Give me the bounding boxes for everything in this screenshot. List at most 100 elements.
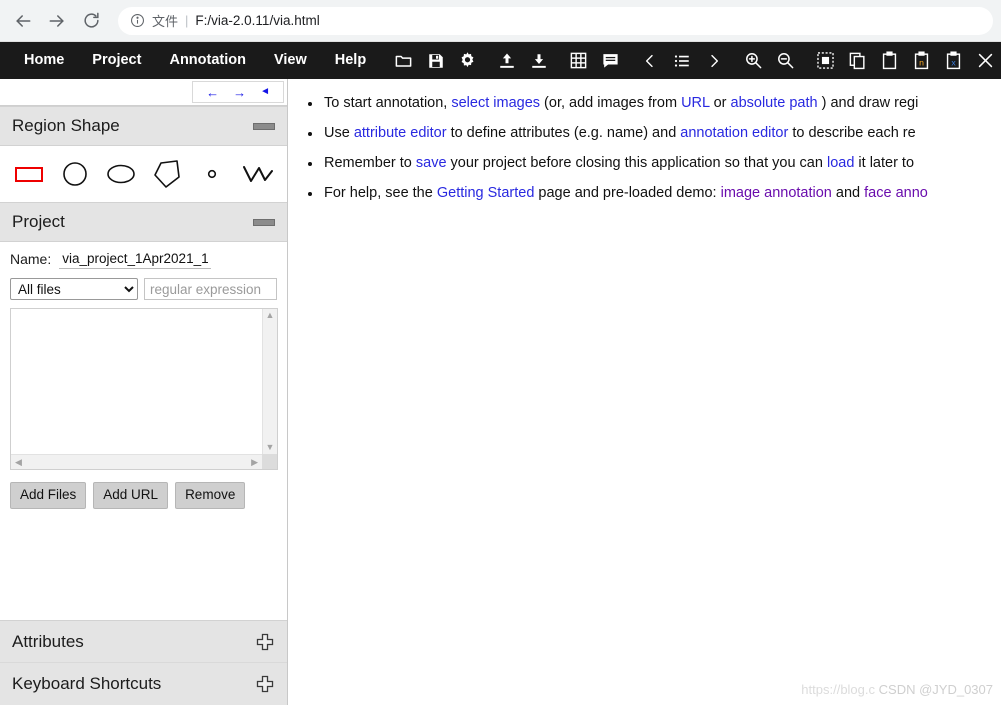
getting-started-item: For help, see the Getting Started page a… (302, 183, 1001, 204)
inline-text: page and pre-loaded demo: (538, 185, 717, 202)
inline-text: to define attributes (e.g. name) and (450, 125, 677, 142)
inline-link[interactable]: attribute editor (354, 125, 447, 141)
image-nav-icons (634, 48, 730, 74)
export-download-icon[interactable] (526, 48, 552, 74)
file-list-box: ▲ ▼ ◀ ▶ (10, 308, 278, 470)
add-attribute-plus-icon[interactable] (255, 632, 275, 652)
inline-text: (or, add images from (544, 95, 678, 111)
info-circle-icon (130, 13, 145, 28)
svg-text:x: x (951, 58, 956, 68)
attributes-section-header[interactable]: Attributes (0, 621, 287, 663)
project-header[interactable]: Project (0, 202, 287, 242)
next-image-icon[interactable] (701, 48, 727, 74)
import-upload-icon[interactable] (494, 48, 520, 74)
inline-link-visited[interactable]: image annotation (721, 185, 832, 201)
nav-right-arrow[interactable]: → (226, 86, 253, 99)
close-icon[interactable] (972, 48, 998, 74)
region-action-icons: n x (809, 48, 1001, 74)
scroll-right-arrow[interactable]: ▶ (249, 456, 260, 469)
inline-text: ) and draw regi (821, 95, 919, 111)
zoom-out-icon[interactable] (773, 48, 799, 74)
shape-circle[interactable] (52, 154, 98, 194)
scroll-down-arrow[interactable]: ▼ (264, 441, 277, 454)
inline-text: or (713, 95, 727, 111)
scroll-up-arrow[interactable]: ▲ (264, 309, 277, 322)
scrollbar-corner (262, 454, 277, 469)
menu-view[interactable]: View (260, 42, 321, 79)
menu-home[interactable]: Home (10, 42, 78, 79)
file-filter-row: All files (0, 272, 287, 305)
inline-link[interactable]: absolute path (731, 95, 818, 111)
arrow-right-icon (49, 14, 64, 27)
add-url-button[interactable]: Add URL (93, 482, 169, 509)
zoom-in-icon[interactable] (741, 48, 767, 74)
inline-link[interactable]: load (827, 155, 854, 171)
inline-link[interactable]: annotation editor (680, 125, 788, 141)
sidebar-spacer (0, 522, 287, 620)
paste-x-icon[interactable]: x (940, 48, 966, 74)
menu-help[interactable]: Help (321, 42, 380, 79)
via-menu-toolbar: Home Project Annotation View Help n x (0, 42, 1001, 79)
regex-filter-input[interactable] (144, 278, 277, 300)
inline-text: your project before closing this applica… (450, 155, 823, 172)
shape-polyline[interactable] (235, 154, 281, 194)
scroll-left-arrow[interactable]: ◀ (13, 456, 24, 469)
inline-text: Use (324, 125, 350, 142)
settings-gear-icon[interactable] (455, 48, 481, 74)
open-folder-icon[interactable] (391, 48, 417, 74)
reload-button[interactable] (76, 6, 106, 36)
menu-project[interactable]: Project (78, 42, 155, 79)
shape-polygon[interactable] (143, 154, 189, 194)
inline-text: Remember to (324, 155, 412, 172)
getting-started-list: To start annotation, select images (or, … (302, 93, 1001, 204)
remove-files-button[interactable]: Remove (175, 482, 246, 509)
copy-regions-icon[interactable] (844, 48, 870, 74)
inline-link[interactable]: Getting Started (437, 185, 535, 201)
shape-rect[interactable] (6, 154, 52, 194)
region-shape-header[interactable]: Region Shape (0, 106, 287, 146)
nav-left-arrow[interactable]: ← (199, 86, 226, 99)
grid-view-icon[interactable] (566, 48, 592, 74)
add-shortcut-plus-icon[interactable] (255, 674, 275, 694)
menu-annotation[interactable]: Annotation (155, 42, 260, 79)
shape-ellipse[interactable] (98, 154, 144, 194)
forward-button[interactable] (42, 6, 72, 36)
reload-icon (83, 12, 99, 28)
add-files-button[interactable]: Add Files (10, 482, 87, 509)
project-name-input[interactable] (59, 249, 212, 269)
project-collapse-handle[interactable] (253, 218, 275, 226)
file-list-horizontal-scrollbar[interactable]: ◀ ▶ (11, 454, 262, 469)
save-icon[interactable] (423, 48, 449, 74)
left-sidebar: ← → ◄ Region Shape Project Name: via_pro… (0, 79, 288, 705)
region-shape-collapse-handle[interactable] (253, 122, 275, 130)
project-action-buttons: Add Files Add URL Remove (0, 470, 287, 523)
comment-icon[interactable] (598, 48, 624, 74)
zoom-icons (738, 48, 802, 74)
inline-link[interactable]: URL (681, 95, 709, 111)
sidebar-bottom-sections: Attributes Keyboard Shortcuts (0, 620, 287, 705)
file-list-items[interactable] (11, 309, 262, 454)
app-body: ← → ◄ Region Shape Project Name: via_pro… (0, 79, 1001, 705)
arrow-left-icon (16, 14, 31, 27)
inline-link[interactable]: save (416, 155, 447, 171)
file-list-vertical-scrollbar[interactable]: ▲ ▼ (262, 309, 277, 454)
paste-n-icon[interactable]: n (908, 48, 934, 74)
inline-text: it later to (858, 155, 915, 172)
url-text: F:/via-2.0.11/via.html (195, 13, 320, 28)
list-icon[interactable] (669, 48, 695, 74)
getting-started-item: To start annotation, select images (or, … (302, 93, 1001, 114)
shape-point[interactable] (189, 154, 235, 194)
back-button[interactable] (8, 6, 38, 36)
paste-regions-icon[interactable] (876, 48, 902, 74)
prev-image-icon[interactable] (637, 48, 663, 74)
select-all-regions-icon[interactable] (812, 48, 838, 74)
attributes-title: Attributes (12, 631, 84, 651)
file-filter-select[interactable]: All files (10, 278, 138, 300)
nav-collapse-arrow[interactable]: ◄ (253, 87, 277, 97)
keyboard-shortcuts-section-header[interactable]: Keyboard Shortcuts (0, 663, 287, 705)
inline-link-visited[interactable]: face anno (864, 185, 928, 201)
inline-link[interactable]: select images (451, 95, 540, 111)
address-bar[interactable]: 文件 | F:/via-2.0.11/via.html (118, 6, 993, 35)
url-separator: | (185, 13, 189, 28)
keyboard-shortcuts-title: Keyboard Shortcuts (12, 674, 162, 693)
